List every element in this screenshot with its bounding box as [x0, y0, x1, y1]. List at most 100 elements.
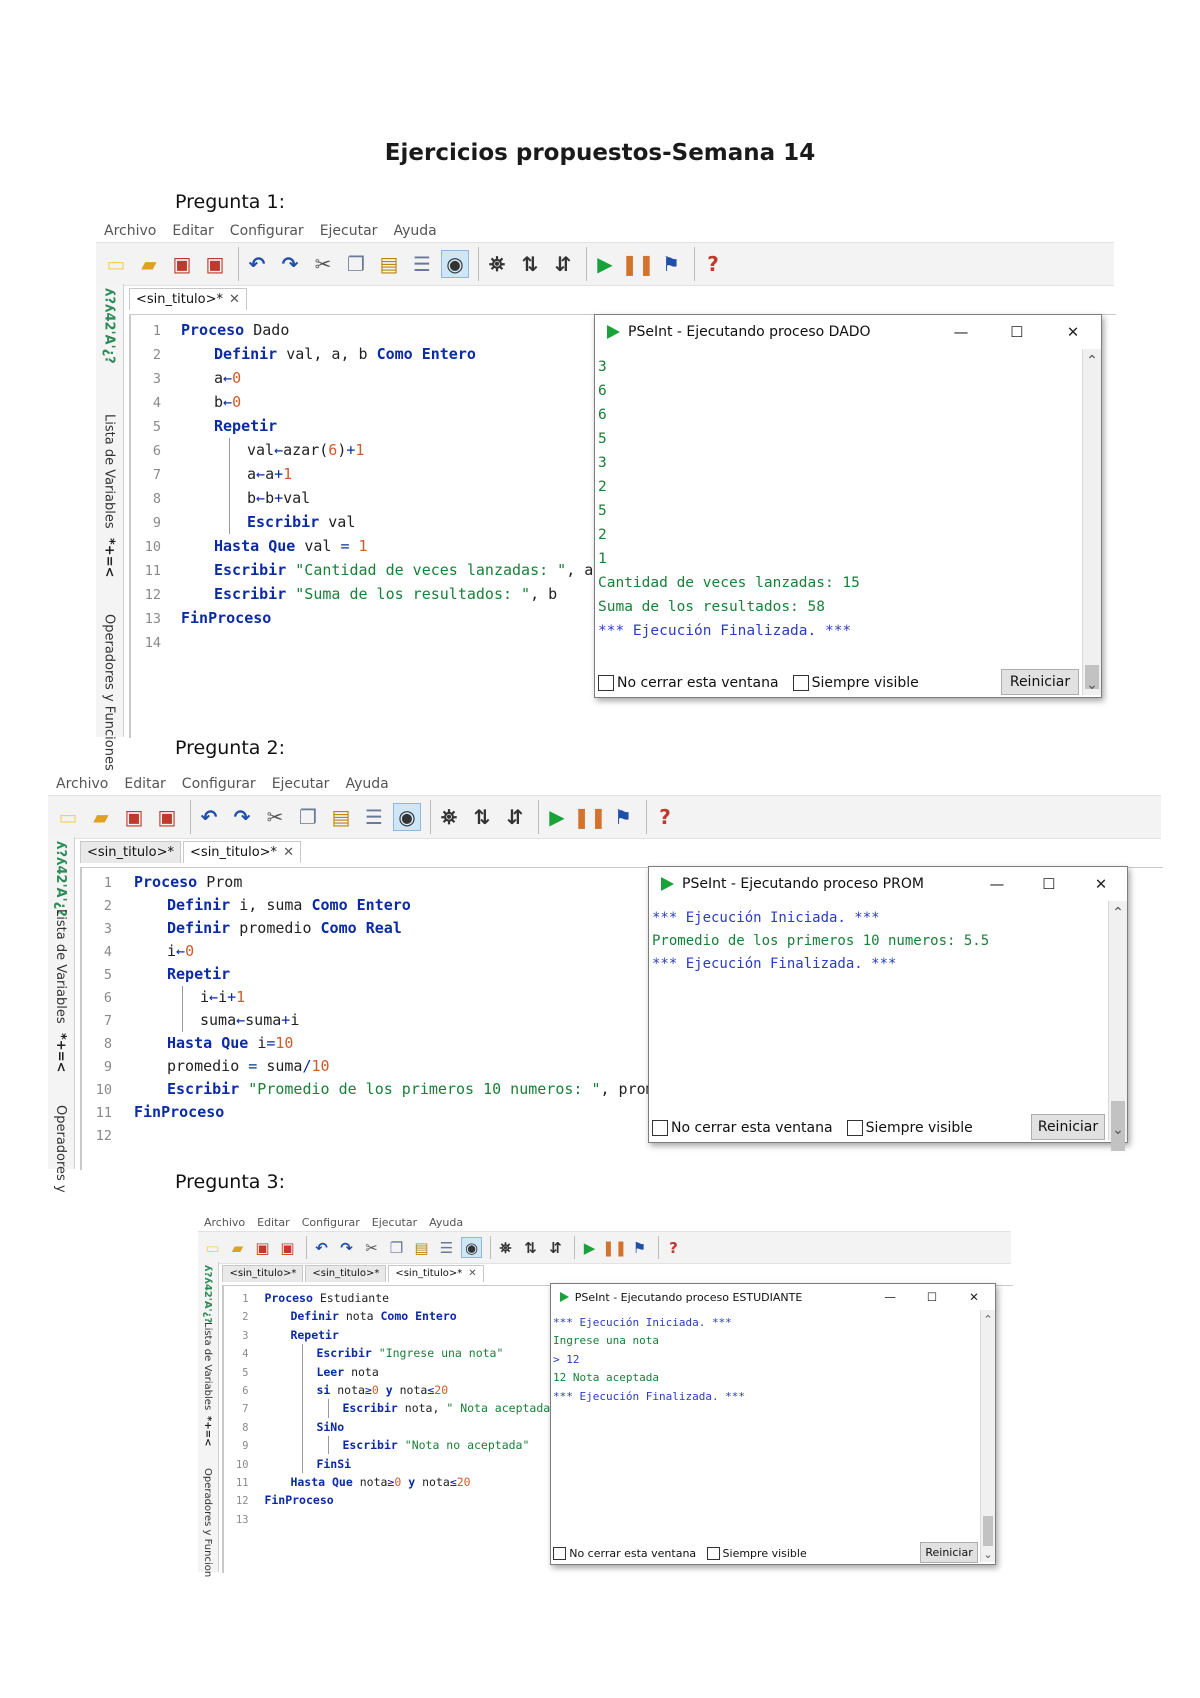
menu-ejecutar[interactable]: Ejecutar [372, 1215, 417, 1231]
open-file-icon[interactable]: ▰ [87, 803, 115, 831]
redo-icon[interactable]: ↷ [228, 803, 256, 831]
close-tab-icon[interactable]: ✕ [283, 845, 294, 860]
close-icon[interactable]: ✕ [953, 1284, 995, 1310]
paste-icon[interactable]: ▤ [411, 1237, 432, 1258]
indent-icon[interactable]: ☰ [360, 803, 388, 831]
maximize-icon[interactable]: ☐ [911, 1284, 953, 1310]
copy-icon[interactable]: ❐ [294, 803, 322, 831]
editor-tab[interactable]: <sin_titulo>* ✕ [388, 1264, 484, 1282]
debug-eye-icon[interactable]: ◉ [393, 803, 421, 831]
scroll-up-icon[interactable]: ⌃ [981, 1313, 995, 1326]
reiniciar-button[interactable]: Reiniciar [1001, 669, 1079, 695]
console-scrollbar[interactable]: ⌃ ⌄ [980, 1310, 995, 1562]
menu-editar[interactable]: Editar [172, 220, 213, 242]
cut-icon[interactable]: ✂ [361, 1237, 382, 1258]
minimize-icon[interactable]: — [869, 1284, 911, 1310]
siempre-visible-checkbox[interactable] [846, 1120, 863, 1136]
run-icon[interactable]: ▶ [579, 1237, 600, 1258]
save-as-icon[interactable]: ▣ [201, 250, 229, 278]
close-tab-icon[interactable]: ✕ [468, 1268, 476, 1279]
find-prev-icon[interactable]: ⇅ [516, 250, 544, 278]
save-icon[interactable]: ▣ [252, 1237, 273, 1258]
scrollbar-thumb[interactable] [983, 1516, 993, 1546]
menu-configurar[interactable]: Configurar [182, 773, 256, 795]
save-icon[interactable]: ▣ [120, 803, 148, 831]
run-icon[interactable]: ▶ [543, 803, 571, 831]
siempre-visible-checkbox[interactable] [792, 675, 809, 691]
close-tab-icon[interactable]: ✕ [229, 292, 240, 307]
indent-icon[interactable]: ☰ [436, 1237, 457, 1258]
flowchart-icon[interactable]: ⚑ [657, 250, 685, 278]
redo-icon[interactable]: ↷ [276, 250, 304, 278]
menu-archivo[interactable]: Archivo [104, 220, 156, 242]
variables-panel-tab[interactable]: Lista de Variables [102, 414, 117, 529]
scroll-up-icon[interactable]: ⌃ [1109, 905, 1127, 921]
menu-ejecutar[interactable]: Ejecutar [320, 220, 378, 242]
menu-ayuda[interactable]: Ayuda [393, 220, 436, 242]
menu-ayuda[interactable]: Ayuda [345, 773, 388, 795]
close-icon[interactable]: ✕ [1045, 315, 1101, 349]
operators-panel-tab[interactable]: Operadores y Funcion [202, 1468, 213, 1577]
help-icon[interactable]: ? [663, 1237, 684, 1258]
run-icon[interactable]: ▶ [591, 250, 619, 278]
paste-icon[interactable]: ▤ [375, 250, 403, 278]
debug-eye-icon[interactable]: ◉ [461, 1237, 482, 1258]
operators-panel-tab[interactable]: Operadores y Funciones [102, 614, 117, 771]
no-cerrar-checkbox[interactable] [553, 1546, 567, 1560]
menu-editar[interactable]: Editar [124, 773, 165, 795]
debug-eye-icon[interactable]: ◉ [441, 250, 469, 278]
flowchart-icon[interactable]: ⚑ [609, 803, 637, 831]
menu-configurar[interactable]: Configurar [302, 1215, 360, 1231]
menu-ayuda[interactable]: Ayuda [429, 1215, 463, 1231]
new-file-icon[interactable]: ▭ [202, 1237, 223, 1258]
new-file-icon[interactable]: ▭ [54, 803, 82, 831]
find-icon[interactable]: ⛯ [435, 803, 463, 831]
find-icon[interactable]: ⛯ [495, 1237, 516, 1258]
save-as-icon[interactable]: ▣ [277, 1237, 298, 1258]
menu-ejecutar[interactable]: Ejecutar [272, 773, 330, 795]
editor-tab[interactable]: <sin_titulo>* [305, 1264, 387, 1282]
copy-icon[interactable]: ❐ [342, 250, 370, 278]
step-icon[interactable]: ❚❚ [602, 1237, 627, 1258]
variables-panel-tab[interactable]: Lista de Variables [202, 1322, 213, 1410]
reiniciar-button[interactable]: Reiniciar [1031, 1114, 1105, 1140]
copy-icon[interactable]: ❐ [386, 1237, 407, 1258]
minimize-icon[interactable]: — [971, 867, 1023, 901]
reiniciar-button[interactable]: Reiniciar [920, 1541, 979, 1563]
cut-icon[interactable]: ✂ [309, 250, 337, 278]
new-file-icon[interactable]: ▭ [102, 250, 130, 278]
redo-icon[interactable]: ↷ [336, 1237, 357, 1258]
scroll-down-icon[interactable]: ⌄ [1083, 677, 1101, 693]
maximize-icon[interactable]: ☐ [989, 315, 1045, 349]
editor-tab[interactable]: <sin_titulo>* [222, 1264, 304, 1282]
save-as-icon[interactable]: ▣ [153, 803, 181, 831]
save-icon[interactable]: ▣ [168, 250, 196, 278]
editor-tab[interactable]: <sin_titulo>* ✕ [129, 288, 247, 310]
menu-archivo[interactable]: Archivo [204, 1215, 245, 1231]
no-cerrar-checkbox[interactable] [652, 1120, 668, 1136]
flowchart-icon[interactable]: ⚑ [629, 1237, 650, 1258]
paste-icon[interactable]: ▤ [327, 803, 355, 831]
scroll-down-icon[interactable]: ⌄ [981, 1548, 995, 1561]
find-next-icon[interactable]: ⇵ [545, 1237, 566, 1258]
variables-panel-tab[interactable]: Lista de Variables [53, 909, 68, 1024]
help-icon[interactable]: ? [651, 803, 679, 831]
find-next-icon[interactable]: ⇵ [549, 250, 577, 278]
step-icon[interactable]: ❚❚ [573, 803, 607, 831]
indent-icon[interactable]: ☰ [408, 250, 436, 278]
find-next-icon[interactable]: ⇵ [501, 803, 529, 831]
minimize-icon[interactable]: — [933, 315, 989, 349]
editor-tab[interactable]: <sin_titulo>* [80, 841, 182, 863]
maximize-icon[interactable]: ☐ [1023, 867, 1075, 901]
undo-icon[interactable]: ↶ [311, 1237, 332, 1258]
scroll-down-icon[interactable]: ⌄ [1109, 1122, 1127, 1138]
close-icon[interactable]: ✕ [1075, 867, 1127, 901]
undo-icon[interactable]: ↶ [195, 803, 223, 831]
console-scrollbar[interactable]: ⌃ ⌄ [1108, 901, 1127, 1151]
scroll-up-icon[interactable]: ⌃ [1083, 353, 1101, 369]
siempre-visible-checkbox[interactable] [706, 1546, 720, 1560]
undo-icon[interactable]: ↶ [243, 250, 271, 278]
menu-configurar[interactable]: Configurar [230, 220, 304, 242]
console-scrollbar[interactable]: ⌃ ⌄ [1082, 349, 1101, 695]
cut-icon[interactable]: ✂ [261, 803, 289, 831]
